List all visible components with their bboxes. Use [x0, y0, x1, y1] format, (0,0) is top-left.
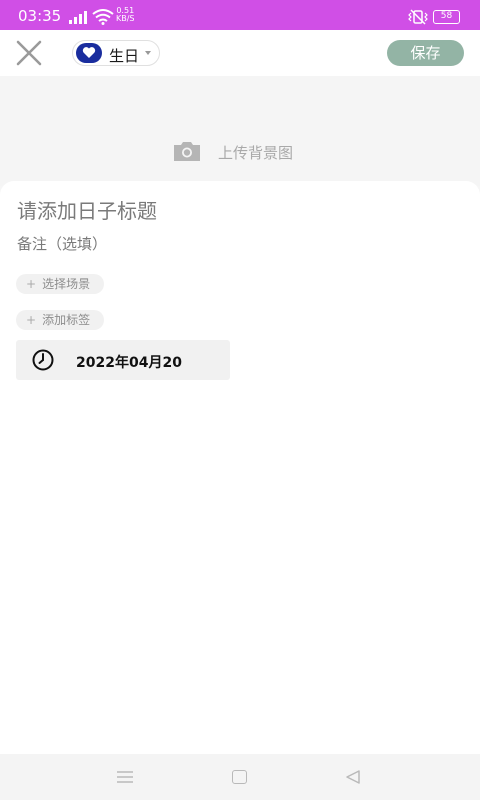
upload-background-label: 上传背景图 [218, 144, 294, 162]
network-speed-unit: KB/S [116, 14, 135, 23]
status-time: 03:35 [18, 7, 62, 25]
heart-icon [76, 43, 102, 63]
date-value: 2022年04月20 [76, 355, 182, 371]
top-bar: 生日 保存 [0, 30, 480, 76]
form-card: 请添加日子标题 备注（选填） + 选择场景 + 添加标签 2022年04月20 [0, 181, 480, 754]
plus-icon: + [26, 277, 37, 291]
wifi-icon [92, 9, 114, 25]
select-scene-button[interactable]: + 选择场景 [16, 274, 105, 294]
status-bar: 03:35 0.51 KB/S 58 [0, 0, 480, 30]
add-tag-button[interactable]: + 添加标签 [16, 310, 105, 330]
title-input[interactable]: 请添加日子标题 [17, 195, 457, 224]
save-button[interactable]: 保存 [387, 40, 464, 66]
system-nav-bar [0, 754, 480, 800]
camera-icon [174, 142, 200, 161]
vibrate-icon [408, 9, 428, 25]
category-selector[interactable]: 生日 [72, 40, 160, 66]
menu-icon[interactable] [117, 771, 133, 783]
background-upload-area[interactable]: 上传背景图 [0, 76, 480, 186]
note-input[interactable]: 备注（选填） [17, 233, 107, 254]
signal-icon [69, 11, 87, 24]
clock-icon [32, 349, 54, 371]
category-label: 生日 [109, 47, 140, 65]
close-icon[interactable] [14, 38, 44, 68]
select-scene-label: 选择场景 [42, 277, 91, 291]
battery-indicator: 58 [433, 10, 460, 24]
plus-icon: + [26, 313, 37, 327]
date-picker[interactable]: 2022年04月20 [16, 340, 230, 380]
network-speed: 0.51 KB/S [116, 7, 135, 23]
chevron-down-icon [145, 51, 151, 55]
home-icon[interactable] [232, 770, 247, 784]
back-icon[interactable] [345, 769, 361, 785]
add-tag-label: 添加标签 [42, 313, 91, 327]
